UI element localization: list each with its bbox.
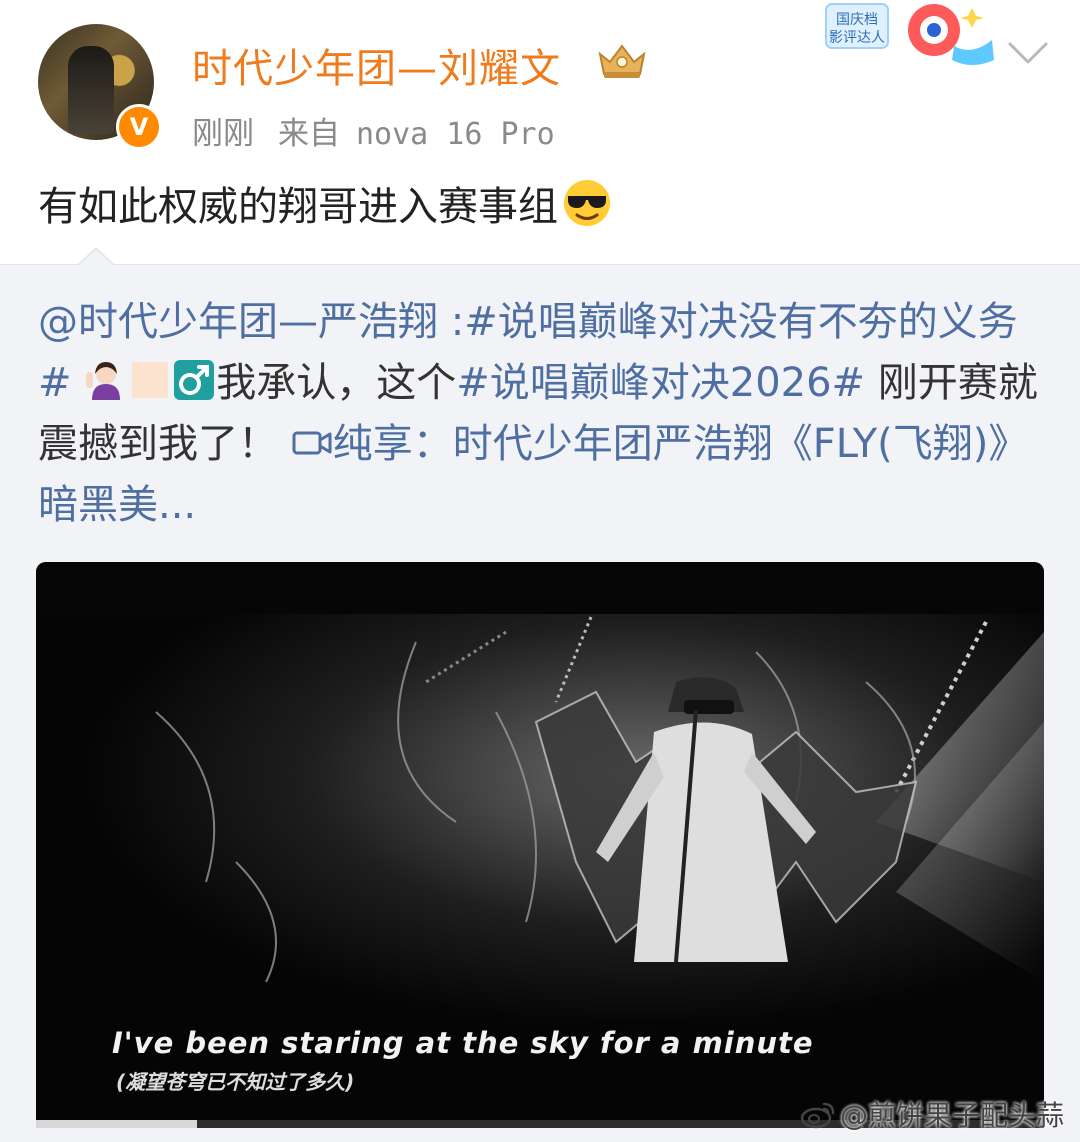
video-progress-fill <box>36 1120 198 1128</box>
crown-icon <box>598 44 646 78</box>
subtitle-chinese: (凝望苍穹已不知过了多久) <box>116 1070 355 1094</box>
repost-colon: : <box>438 299 465 345</box>
post-time: 刚刚 <box>192 116 254 152</box>
post-source-prefix: 来自 <box>278 116 340 152</box>
sunglasses-emoji <box>564 180 610 226</box>
subtitle-english: I've been staring at the sky for a minut… <box>112 1026 814 1060</box>
verified-icon: V <box>116 104 162 150</box>
post-text-content: 有如此权威的翔哥进入赛事组 <box>38 184 558 230</box>
chevron-down-icon[interactable] <box>1006 40 1050 68</box>
badge-line1: 国庆档 <box>836 12 878 28</box>
weibo-logo-icon <box>800 1102 835 1129</box>
badge-line2: 影评达人 <box>829 30 885 46</box>
male-sign-emoji <box>174 360 215 400</box>
post-text: 有如此权威的翔哥进入赛事组 <box>38 174 612 232</box>
video-icon <box>292 431 332 455</box>
post-device: nova 16 Pro <box>356 117 555 152</box>
movie-review-badge[interactable]: 国庆档 影评达人 <box>822 0 1002 72</box>
repost-caret <box>78 248 114 266</box>
post-meta: 刚刚 来自 nova 16 Pro <box>192 108 555 153</box>
watermark: @煎饼果子配头蒜 <box>800 1094 1064 1134</box>
author-name[interactable]: 时代少年团—刘耀文 <box>192 36 561 94</box>
repost-mention[interactable]: @时代少年团—严浩翔 <box>38 299 438 345</box>
repost-text: @时代少年团—严浩翔 :#说唱巅峰对决没有不夯的义务# 我承认，这个#说唱巅峰对… <box>38 292 1048 536</box>
skin-tone-emoji <box>132 362 169 398</box>
watermark-text: @煎饼果子配头蒜 <box>840 1099 1065 1132</box>
woman-tipping-hand-emoji <box>86 362 121 400</box>
hashtag-2[interactable]: #说唱巅峰对决2026# <box>456 360 865 406</box>
repost-text-1: 我承认，这个 <box>216 360 457 406</box>
